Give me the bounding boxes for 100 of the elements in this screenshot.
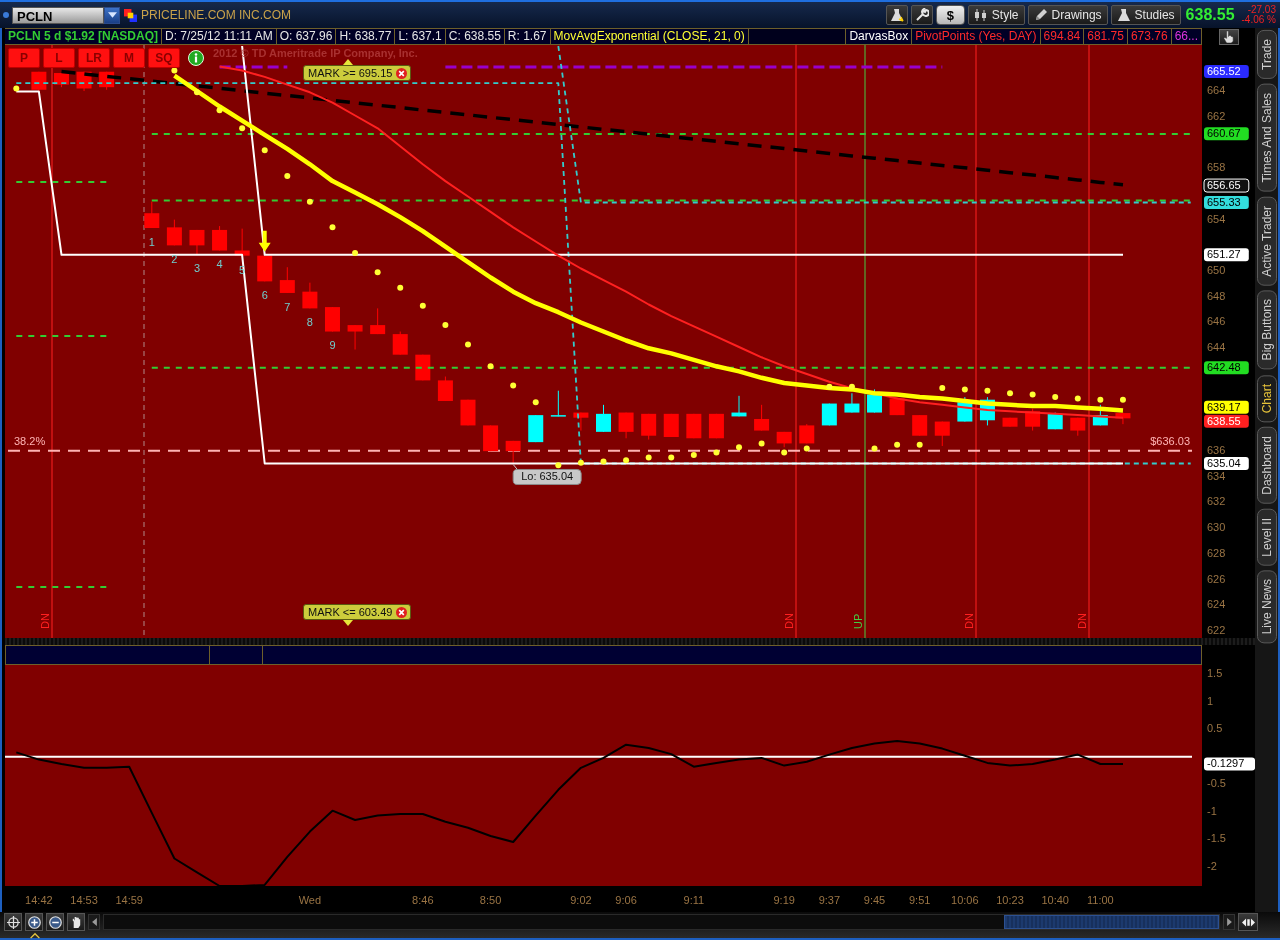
side-tab[interactable]: Live News [1256, 570, 1277, 644]
net-change: -27.03 [1247, 5, 1276, 15]
axis-tick-label: 630 [1207, 521, 1226, 534]
signal-label: DN [963, 613, 975, 629]
legend-item: 66... [1171, 29, 1202, 44]
scrollbar-thumb[interactable] [1004, 915, 1219, 929]
candlestick [618, 412, 634, 439]
legend-item: PivotPoints (Yes, DAY) [912, 29, 1041, 44]
candlestick [979, 396, 995, 426]
time-axis-label: 9:11 [683, 893, 705, 906]
chevron-up-icon[interactable] [27, 932, 43, 939]
value-tag: -0.1297 [1204, 757, 1255, 771]
scroll-right-button[interactable] [1223, 914, 1235, 930]
scrollbar-track[interactable] [103, 914, 1220, 930]
candlestick [166, 219, 182, 246]
price-tag: 665.52 [1204, 64, 1249, 78]
bar-count-label: 2 [171, 253, 178, 266]
candlestick [370, 307, 386, 335]
y-tick-label: 642.48 [1207, 361, 1241, 374]
candlestick [528, 414, 544, 443]
side-tab[interactable]: Chart [1256, 374, 1277, 422]
symbol-dropdown-button[interactable] [104, 6, 120, 24]
candlestick [844, 392, 860, 414]
price-tag: 642.48 [1204, 361, 1249, 375]
candlestick [505, 440, 521, 464]
candlestick [1002, 417, 1018, 428]
candlestick [1025, 408, 1041, 432]
side-tab[interactable]: Big Buttons [1256, 290, 1277, 370]
candlestick [550, 390, 566, 417]
candlestick [799, 423, 815, 444]
toolbar-button[interactable]: Drawings [1027, 5, 1108, 25]
time-axis-label: 9:37 [818, 893, 841, 906]
y-tick-label: 639.17 [1207, 400, 1241, 413]
triangle-up-icon [343, 59, 353, 65]
toolbar-button[interactable]: Style [967, 5, 1025, 25]
candlestick [483, 424, 499, 452]
close-icon[interactable] [396, 606, 408, 618]
axis-tick-label: 664 [1207, 83, 1226, 96]
candlestick [754, 404, 770, 432]
zoom-out-icon [48, 915, 62, 929]
legend-item: 681.75 [1084, 29, 1128, 44]
signal-label: DN [783, 613, 795, 629]
study-tool-button[interactable] [885, 5, 908, 25]
side-tab[interactable]: Trade [1256, 30, 1277, 79]
toolbar-button[interactable]: Studies [1110, 5, 1181, 25]
side-tab[interactable]: Dashboard [1256, 426, 1277, 504]
bar-count-label: 7 [284, 300, 291, 313]
percent-change: -4.06 % [1241, 15, 1276, 25]
hand-pointer-icon [1222, 30, 1235, 43]
legend-item: 673.76 [1127, 29, 1172, 44]
symbol-field[interactable]: PCLN [12, 6, 104, 24]
cursor-mode-button[interactable] [1218, 28, 1239, 45]
time-axis-label: 10:40 [1041, 893, 1069, 906]
legend-item: 694.84 [1040, 29, 1085, 44]
scroll-left-button[interactable] [88, 914, 100, 930]
axis-tick-label: -0.5 [1207, 777, 1226, 790]
legend-item: C: 638.55 [445, 29, 505, 44]
status-dot-icon [3, 12, 9, 18]
zoom-out-button[interactable] [46, 913, 64, 931]
alert-text: MARK >= 695.15 [308, 67, 393, 79]
flask-icon [889, 8, 904, 22]
axis-tick-label: 650 [1207, 264, 1226, 276]
bar-count-label: 3 [193, 262, 201, 275]
price-tag: 655.33 [1204, 195, 1249, 210]
caret-right-icon [1226, 918, 1232, 926]
price-tag: 656.65 [1203, 178, 1250, 193]
crosshair-button[interactable] [4, 913, 22, 931]
candlestick [460, 399, 476, 426]
pan-button[interactable] [67, 913, 85, 931]
side-tab[interactable]: Level II [1256, 508, 1277, 566]
axis-tick-label: 648 [1207, 289, 1226, 302]
candlestick [957, 396, 973, 423]
zoom-in-button[interactable] [25, 913, 43, 931]
axis-tick-label: 0.5 [1207, 722, 1223, 735]
linked-squares-icon[interactable] [124, 8, 137, 22]
time-axis-label: 10:23 [996, 893, 1024, 906]
level-price-label: $636.03 [1150, 434, 1190, 447]
price-tag: 635.04 [1204, 456, 1249, 470]
settings-button[interactable] [910, 5, 933, 25]
company-name: PRICELINE.COM INC.COM [141, 8, 291, 22]
legend-item: DarvasBox [846, 29, 913, 44]
side-tab[interactable]: Times And Sales [1256, 83, 1277, 192]
legend-item: R: 1.67 [504, 29, 551, 44]
axis-tick-label: 632 [1207, 495, 1226, 508]
alert-text: MARK <= 603.49 [308, 606, 393, 618]
fit-chart-button[interactable] [1238, 913, 1258, 931]
bar-count-label: 4 [216, 258, 223, 271]
info-icon[interactable] [188, 50, 204, 66]
currency-button[interactable]: $ [935, 5, 965, 25]
axis-tick-label: 1.5 [1207, 667, 1223, 680]
bar-count-label: 1 [148, 235, 155, 248]
close-icon[interactable] [396, 67, 408, 79]
down-arrow-icon [258, 230, 271, 252]
y-tick-label: 660.67 [1207, 127, 1241, 140]
axis-tick-label: 628 [1207, 546, 1226, 559]
side-tab[interactable]: Active Trader [1256, 196, 1277, 286]
time-axis-label: 8:50 [479, 893, 502, 906]
axis-tick-label: 1 [1207, 694, 1214, 707]
time-axis-label: 14:59 [115, 893, 143, 906]
signal-label: DN [39, 613, 51, 629]
